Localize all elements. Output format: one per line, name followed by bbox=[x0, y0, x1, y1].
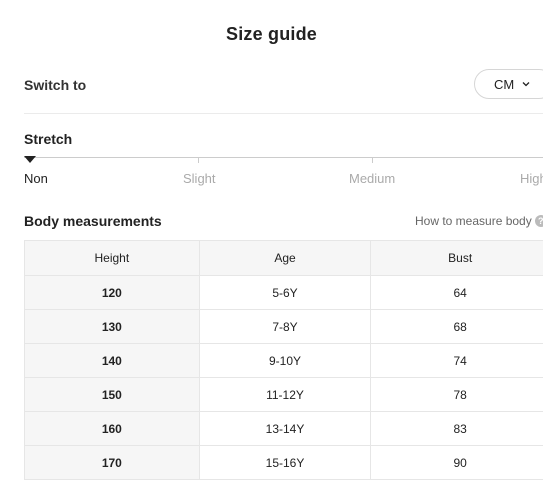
stretch-scale-tick bbox=[198, 157, 199, 163]
bust-cell: 83 bbox=[370, 411, 543, 446]
stretch-scale-tick bbox=[372, 157, 373, 163]
table-row: 170 15-16Y 90 bbox=[24, 445, 543, 480]
unit-dropdown-value: CM bbox=[494, 76, 515, 92]
table-row: 140 9-10Y 74 bbox=[24, 343, 543, 378]
table-row: 160 13-14Y 83 bbox=[24, 411, 543, 446]
stretch-level-non: Non bbox=[24, 171, 48, 186]
age-cell: 7-8Y bbox=[198, 309, 372, 344]
column-header-bust: Bust bbox=[370, 240, 543, 276]
table-header-row: Height Age Bust bbox=[24, 240, 543, 276]
column-header-height: Height bbox=[24, 240, 200, 276]
height-cell: 170 bbox=[24, 445, 200, 480]
age-cell: 9-10Y bbox=[198, 343, 372, 378]
age-cell: 11-12Y bbox=[198, 377, 372, 412]
bust-cell: 74 bbox=[370, 343, 543, 378]
stretch-level-medium: Medium bbox=[349, 171, 396, 186]
bust-cell: 68 bbox=[370, 309, 543, 344]
unit-switch-label: Switch to bbox=[24, 77, 87, 93]
age-cell: 5-6Y bbox=[198, 275, 372, 310]
stretch-level-slight: Slight bbox=[183, 171, 216, 186]
chevron-down-icon bbox=[522, 82, 530, 87]
bust-cell: 64 bbox=[370, 275, 543, 310]
bust-cell: 90 bbox=[370, 445, 543, 480]
body-measurements-label: Body measurements bbox=[24, 213, 162, 229]
stretch-level-high: High bbox=[520, 171, 543, 186]
table-row: 130 7-8Y 68 bbox=[24, 309, 543, 344]
section-divider bbox=[24, 113, 543, 114]
table-row: 150 11-12Y 78 bbox=[24, 377, 543, 412]
stretch-marker-icon bbox=[24, 156, 36, 163]
measurements-table-container: Height Age Bust 120 5-6Y 64 130 7-8Y 68 … bbox=[24, 240, 543, 480]
stretch-label: Stretch bbox=[24, 131, 73, 147]
unit-dropdown-button[interactable]: CM bbox=[474, 69, 543, 99]
height-cell: 160 bbox=[24, 411, 200, 446]
column-header-age: Age bbox=[198, 240, 372, 276]
table-row: 120 5-6Y 64 bbox=[24, 275, 543, 310]
height-cell: 130 bbox=[24, 309, 200, 344]
page-title: Size guide bbox=[225, 24, 317, 44]
height-cell: 120 bbox=[24, 275, 200, 310]
stretch-scale-track bbox=[24, 157, 543, 158]
measurements-table: Height Age Bust 120 5-6Y 64 130 7-8Y 68 … bbox=[24, 240, 543, 480]
question-mark-icon: ? bbox=[534, 215, 543, 227]
age-cell: 13-14Y bbox=[198, 411, 372, 446]
age-cell: 15-16Y bbox=[198, 445, 372, 480]
height-cell: 150 bbox=[24, 377, 200, 412]
how-to-measure-link[interactable]: How to measure body ? bbox=[415, 214, 543, 228]
bust-cell: 78 bbox=[370, 377, 543, 412]
how-to-measure-text: How to measure body bbox=[415, 214, 532, 228]
height-cell: 140 bbox=[24, 343, 200, 378]
